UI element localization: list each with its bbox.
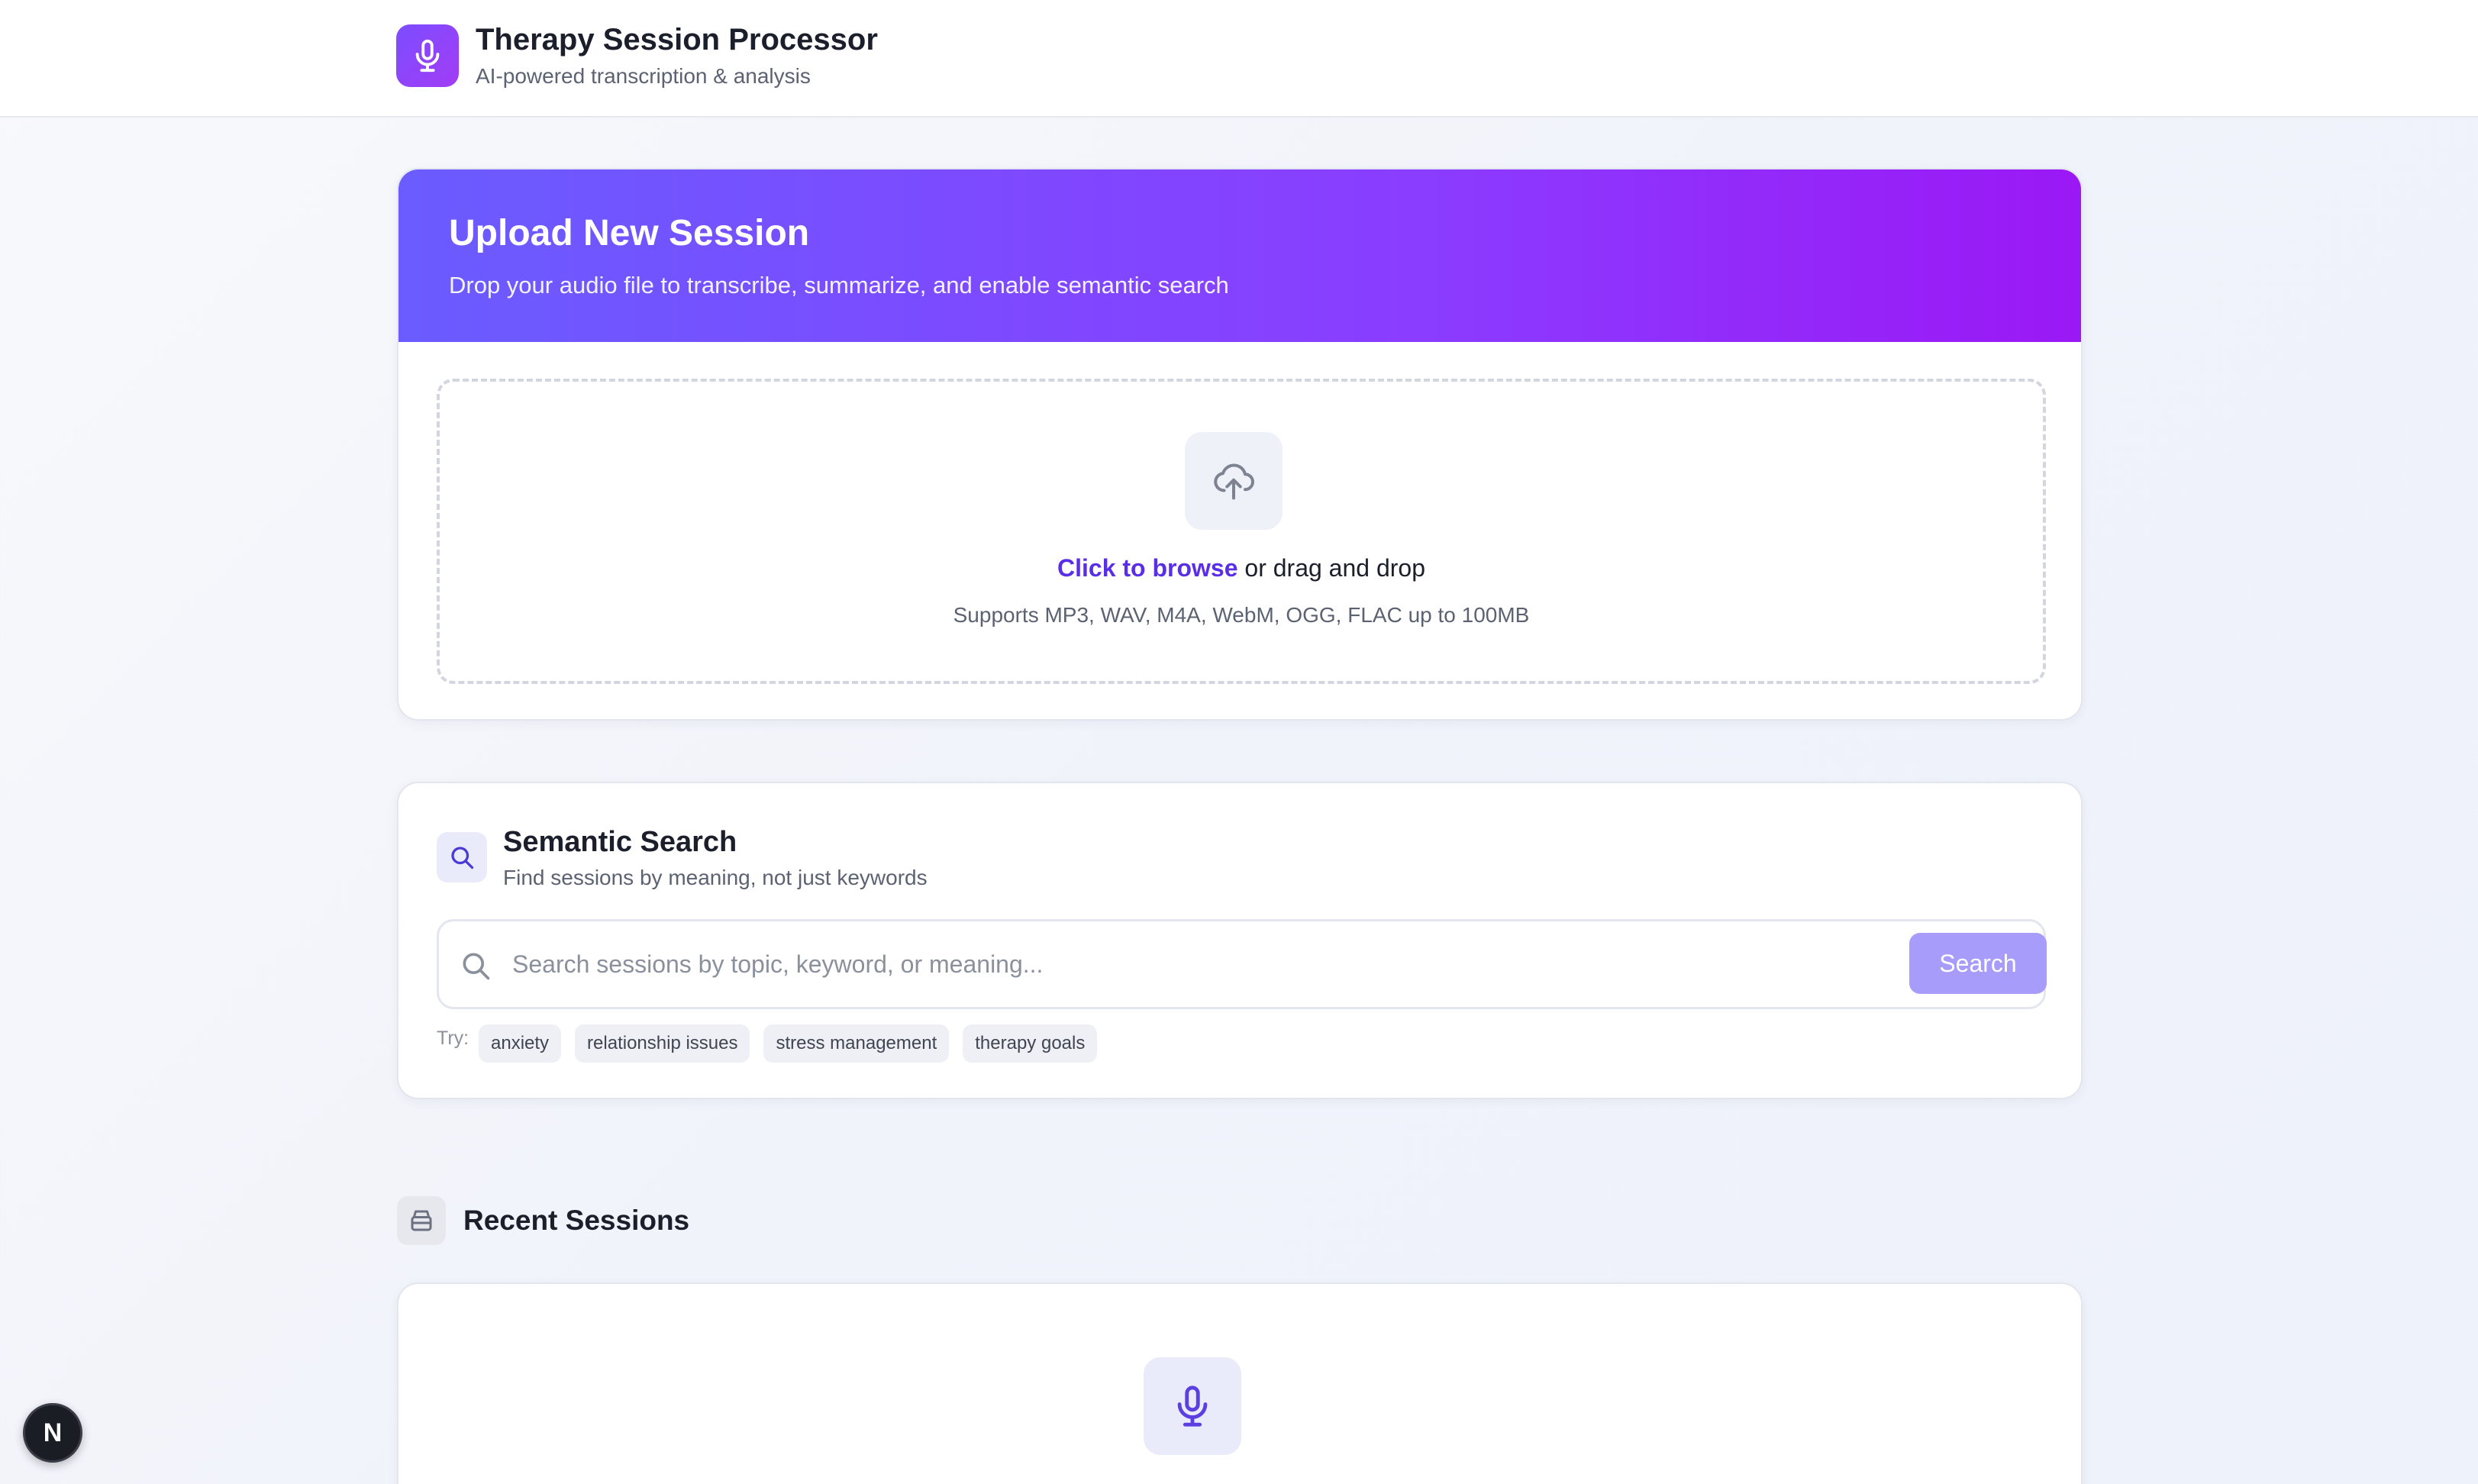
supported-formats: Supports MP3, WAV, M4A, WebM, OGG, FLAC … [953,603,1530,627]
browse-link[interactable]: Click to browse [1057,554,1238,582]
app-header: Therapy Session Processor AI-powered tra… [0,0,2478,118]
suggestion-chips: anxiety relationship issues stress manag… [479,1024,1098,1063]
drag-drop-text: or drag and drop [1237,554,1425,582]
dev-tools-button[interactable]: N [23,1403,82,1463]
search-bar: Search [437,919,2047,1009]
search-subtitle: Find sessions by meaning, not just keywo… [503,866,928,889]
recent-sessions-title: Recent Sessions [463,1205,690,1236]
search-icon [463,953,490,980]
recent-sessions-card [397,1282,2083,1484]
semantic-search-card: Semantic Search Find sessions by meaning… [397,782,2083,1099]
upload-title: Upload New Session [449,213,810,253]
browse-line: Click to browse or drag and drop [440,554,2043,582]
search-icon [437,832,487,882]
suggestion-chip-anxiety[interactable]: anxiety [479,1024,562,1063]
app-subtitle: AI-powered transcription & analysis [476,64,811,88]
suggestion-chip-relationship-issues[interactable]: relationship issues [575,1024,750,1063]
search-title: Semantic Search [503,826,737,858]
upload-description: Drop your audio file to transcribe, summ… [449,272,1229,298]
file-dropzone[interactable]: Click to browse or drag and drop Support… [437,379,2046,684]
search-input[interactable] [512,937,1810,992]
try-label: Try: [437,1028,469,1049]
upload-banner: Upload New Session Drop your audio file … [398,169,2081,342]
suggestion-chip-therapy-goals[interactable]: therapy goals [963,1024,1098,1063]
suggestion-chip-stress-management[interactable]: stress management [763,1024,950,1063]
archive-icon [397,1196,446,1245]
cloud-upload-icon [1185,432,1283,530]
app-title: Therapy Session Processor [476,23,878,56]
microphone-icon [396,24,459,87]
search-button[interactable]: Search [1909,933,2047,994]
upload-card: Upload New Session Drop your audio file … [397,168,2083,721]
microphone-icon [1144,1357,1241,1455]
